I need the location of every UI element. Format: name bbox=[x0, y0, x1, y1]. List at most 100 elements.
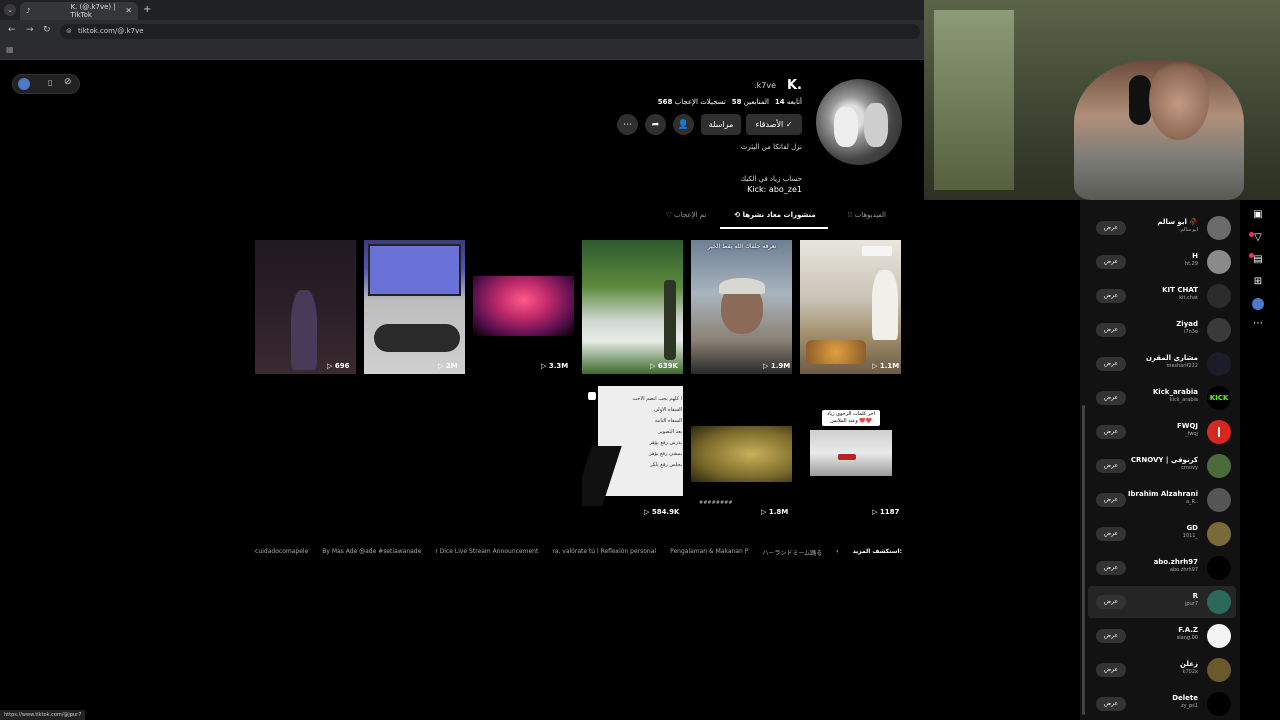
explore-item[interactable]: ハーランドミーム踊る bbox=[762, 548, 822, 560]
more-icon[interactable]: ⋯ bbox=[1250, 318, 1266, 334]
sidebar-account-row[interactable]: عرض abo.zhrh97 abo.zhrh97 bbox=[1088, 552, 1236, 584]
message-button[interactable]: مراسلة bbox=[701, 114, 741, 135]
sidebar-account-row[interactable]: عرض Ziyad i7n3o bbox=[1088, 314, 1236, 346]
explore-item[interactable]: r Dice Live Stream Announcement bbox=[435, 548, 538, 560]
sidebar-account-row[interactable]: عرض Rjpur7 bbox=[1088, 586, 1236, 618]
account-avatar[interactable] bbox=[1207, 658, 1231, 682]
stat-likes: 568 تسجيلات الإعجاب bbox=[658, 98, 726, 106]
account-avatar[interactable] bbox=[1207, 556, 1231, 580]
account-avatar[interactable] bbox=[1207, 692, 1231, 716]
video-thumb-9[interactable]: ا كلهم يجب انضم الاخت السقاة الاولى السقاة… bbox=[582, 386, 683, 520]
sidebar-account-row[interactable]: عرض مشاري المقرن mesharif222 bbox=[1088, 348, 1236, 380]
more-options-icon[interactable]: ⋯ bbox=[617, 114, 638, 135]
video-thumb-2[interactable]: تعرفه حلفاك الله يقط الخير ▷ 1.9M bbox=[691, 240, 792, 374]
sidebar-account-row[interactable]: عرض F.A.Z slang.00 bbox=[1088, 620, 1236, 652]
followers-count: 58 bbox=[731, 98, 742, 106]
video-thumb-5[interactable]: ▷ 2M bbox=[364, 240, 465, 374]
account-avatar[interactable] bbox=[1207, 522, 1231, 546]
view-button[interactable]: عرض bbox=[1096, 561, 1126, 575]
sidebar-account-row[interactable]: عرض CRNOVY | كرنوفي crnovy bbox=[1088, 450, 1236, 482]
view-button[interactable]: عرض bbox=[1096, 221, 1126, 235]
add-friend-icon[interactable]: 👤 bbox=[673, 114, 694, 135]
sidebar-account-row[interactable]: عرض ابو سالم 🥀 ابو سالم bbox=[1088, 212, 1236, 244]
account-avatar[interactable] bbox=[1207, 454, 1231, 478]
reload-icon[interactable]: ↻ bbox=[43, 25, 51, 35]
account-name: Ziyad bbox=[1176, 320, 1198, 328]
tab-list-button[interactable]: ⌄ bbox=[4, 4, 16, 16]
profile-avatar[interactable] bbox=[816, 79, 902, 165]
sidebar-account-row[interactable]: عرض FWQJ _fwqj bbox=[1088, 416, 1236, 448]
tab-reposts[interactable]: ⟲ منشورات معاد نشرها bbox=[722, 211, 828, 219]
account-avatar[interactable] bbox=[1207, 352, 1231, 376]
ac-unit bbox=[862, 246, 892, 256]
back-icon[interactable]: ← bbox=[8, 25, 16, 35]
account-avatar[interactable] bbox=[1207, 318, 1231, 342]
friends-button[interactable]: الأصدقاء ✓ bbox=[746, 114, 802, 135]
user-avatar-icon[interactable] bbox=[1252, 298, 1264, 310]
account-avatar[interactable] bbox=[1207, 590, 1231, 614]
forward-icon[interactable]: → bbox=[26, 25, 34, 35]
explore-item[interactable]: ra, valórate tú l Reflexión personal bbox=[552, 548, 656, 560]
view-button[interactable]: عرض bbox=[1096, 663, 1126, 677]
profile-avatar-small[interactable] bbox=[18, 78, 30, 90]
view-button[interactable]: عرض bbox=[1096, 323, 1126, 337]
view-count-value: 1.9M bbox=[770, 362, 791, 370]
apps-icon[interactable]: ▦ bbox=[6, 45, 14, 54]
account-avatar[interactable] bbox=[1207, 284, 1231, 308]
url-bar[interactable]: tiktok.com/@.k7ve bbox=[60, 24, 920, 39]
person-standing bbox=[664, 280, 676, 360]
upload-icon[interactable]: ⊞ bbox=[1250, 276, 1266, 292]
tab-videos[interactable]: ⦙⦙⦙ الفيديوهات bbox=[838, 211, 886, 220]
account-avatar[interactable] bbox=[1207, 488, 1231, 512]
account-avatar[interactable] bbox=[1207, 216, 1231, 240]
view-count-value: 584.9K bbox=[651, 508, 680, 516]
stat-following[interactable]: 14 أتابعه bbox=[775, 98, 802, 106]
close-tab-icon[interactable]: ✕ bbox=[125, 6, 132, 15]
video-thumb-3[interactable]: ▷ 639K bbox=[582, 240, 683, 374]
explore-item[interactable]: By Mas Ade @ade #setiawanade bbox=[322, 548, 421, 560]
view-button[interactable]: عرض bbox=[1096, 289, 1126, 303]
tab-liked[interactable]: ♡ تم الإعجاب bbox=[656, 211, 716, 219]
sidebar-scrollbar[interactable] bbox=[1082, 405, 1085, 715]
sidebar-account-row[interactable]: عرض Kick_arabia kick_arabia KICK bbox=[1088, 382, 1236, 414]
view-button[interactable]: عرض bbox=[1096, 459, 1126, 473]
phone-icon[interactable]: ▯ bbox=[48, 78, 52, 87]
video-thumb-1[interactable]: ▷ 1.1M bbox=[800, 240, 901, 374]
view-button[interactable]: عرض bbox=[1096, 391, 1126, 405]
sidebar-account-row[interactable]: عرض KIT CHAT kit.chat bbox=[1088, 280, 1236, 312]
share-icon[interactable]: ➦ bbox=[645, 114, 666, 135]
video-thumb-4[interactable]: ▷ 3.3M bbox=[473, 240, 574, 374]
explore-more-bar: استكشف المزيد: ‹ ハーランドミーム踊る Pengalaman &… bbox=[254, 548, 902, 560]
account-avatar[interactable]: KICK bbox=[1207, 386, 1231, 410]
account-avatar[interactable] bbox=[1207, 420, 1231, 444]
explore-prev-icon[interactable]: ‹ bbox=[836, 548, 838, 560]
view-button[interactable]: عرض bbox=[1096, 493, 1126, 507]
sidebar-account-row[interactable]: عرض GD 1011_ bbox=[1088, 518, 1236, 550]
new-tab-button[interactable]: + bbox=[143, 4, 151, 15]
account-avatar[interactable] bbox=[1207, 250, 1231, 274]
browser-tab[interactable]: ♪ K. (@.k7ve) | TikTok ✕ bbox=[20, 2, 138, 20]
following-label: أتابعه bbox=[786, 98, 802, 106]
view-button[interactable]: عرض bbox=[1096, 595, 1126, 609]
video-thumb-7[interactable]: اخر كلمات الرجوي زياد وعند الملابس ❤️❤️ … bbox=[800, 386, 901, 520]
explore-item[interactable]: #dicasdepele #cuidadocomapele bbox=[254, 548, 308, 560]
kick-logo-icon: KICK bbox=[1209, 394, 1229, 402]
sidebar-account-row[interactable]: عرض زعلن k702x bbox=[1088, 654, 1236, 686]
view-button[interactable]: عرض bbox=[1096, 697, 1126, 711]
view-button[interactable]: عرض bbox=[1096, 425, 1126, 439]
view-button[interactable]: عرض bbox=[1096, 255, 1126, 269]
view-button[interactable]: عرض bbox=[1096, 357, 1126, 371]
stat-followers[interactable]: 58 المتابعين bbox=[732, 98, 769, 106]
settings-icon[interactable]: ⊘ bbox=[64, 77, 72, 87]
view-button[interactable]: عرض bbox=[1096, 527, 1126, 541]
site-info-icon[interactable]: ⊜ bbox=[66, 27, 72, 35]
sidebar-account-row[interactable]: عرض Delete zy_ps1 bbox=[1088, 688, 1236, 720]
view-button[interactable]: عرض bbox=[1096, 629, 1126, 643]
sidebar-account-row[interactable]: عرض Ibrahim Alzahrani a_R.. bbox=[1088, 484, 1236, 516]
explore-item[interactable]: Pengalaman & Makanan P bbox=[670, 548, 748, 560]
account-avatar[interactable] bbox=[1207, 624, 1231, 648]
video-thumb-8[interactable]: ######## ▷ 1.8M bbox=[691, 386, 792, 520]
inbox-icon[interactable]: ▣ bbox=[1250, 209, 1266, 225]
video-thumb-6[interactable]: ▷ 696 bbox=[255, 240, 356, 374]
sidebar-account-row[interactable]: عرض Hht.29 bbox=[1088, 246, 1236, 278]
